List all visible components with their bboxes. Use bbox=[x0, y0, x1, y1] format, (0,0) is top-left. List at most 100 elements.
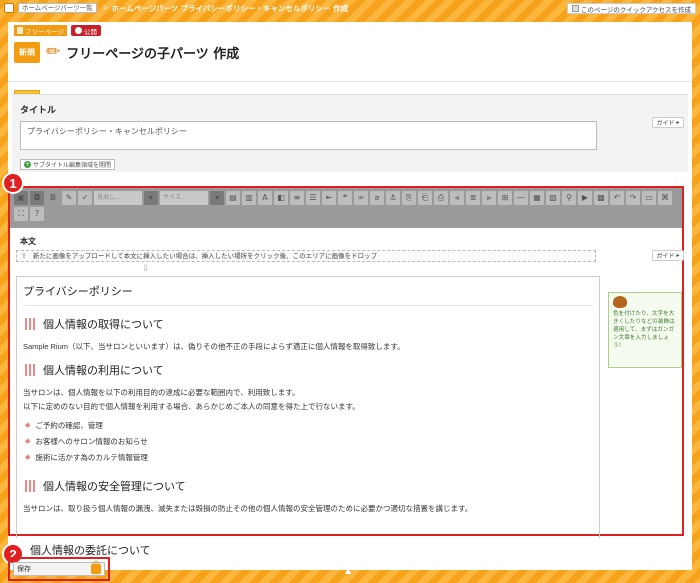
copy-icon[interactable]: ⎘ bbox=[402, 191, 416, 205]
chevron-down-icon[interactable]: ▾ bbox=[210, 191, 224, 205]
save-area: 保存 bbox=[8, 557, 110, 581]
page-type-label: フリーページ bbox=[25, 27, 64, 36]
quote-icon[interactable]: ❝ bbox=[338, 191, 352, 205]
drop-hint-text: 新たに画像をアップロードして本文に挿入したい場合は、挿入したい場所をクリック後、… bbox=[32, 252, 378, 260]
outdent-icon[interactable]: ⇤ bbox=[322, 191, 336, 205]
video-icon[interactable]: ▶ bbox=[578, 191, 592, 205]
chart-icon[interactable]: ▦ bbox=[530, 191, 544, 205]
rich-text-content[interactable]: プライバシーポリシー 個人情報の取得について Sample Rium（以下、当サ… bbox=[16, 276, 600, 538]
home-icon[interactable] bbox=[4, 3, 14, 13]
marker-1: 1 bbox=[2, 172, 24, 194]
subtitle-toggle-label: サブタイトル編集領域を開閉 bbox=[33, 162, 112, 169]
section-heading-text: 個人情報の安全管理について bbox=[43, 480, 186, 493]
diamond-bullet-icon: ◆ bbox=[25, 454, 31, 461]
plus-icon: + bbox=[24, 161, 31, 168]
size-select[interactable]: サイズ... bbox=[160, 191, 208, 205]
upload-icon: ⇪ bbox=[21, 252, 27, 260]
quick-access-label: このページのクイックアクセスを作成 bbox=[580, 5, 691, 14]
preview-icon[interactable]: ▭ bbox=[642, 191, 656, 205]
editor-area: ▣ ◘ B ✎ ✓ 見出し... ▾ サイズ... ▾ ▤ ▥ A ◧ ≡ ☰ … bbox=[8, 186, 684, 538]
title-input[interactable]: プライバシーポリシー・キャンセルポリシー bbox=[20, 121, 597, 150]
list-item-text: お客様へのサロン情報のお知らせ bbox=[35, 437, 148, 446]
hr-icon[interactable]: ― bbox=[514, 191, 528, 205]
paste-text-icon[interactable]: ⎙ bbox=[434, 191, 448, 205]
template-icon[interactable]: ▥ bbox=[242, 191, 256, 205]
subtitle-toggle-button[interactable]: + サブタイトル編集領域を開閉 bbox=[20, 159, 116, 170]
bg-color-icon[interactable]: ◧ bbox=[274, 191, 288, 205]
heading-bar-icon bbox=[25, 480, 35, 492]
list-item-text: 施術に活かす為のカルテ情報管理 bbox=[35, 453, 148, 462]
undo-icon[interactable]: ↶ bbox=[610, 191, 624, 205]
format-select-label: 見出し... bbox=[97, 194, 121, 201]
section-heading: 個人情報の安全管理について bbox=[25, 478, 593, 494]
table-icon[interactable]: ⊞ bbox=[498, 191, 512, 205]
camera-icon[interactable]: ◘ bbox=[30, 191, 44, 205]
unlink-icon[interactable]: ⌀ bbox=[370, 191, 384, 205]
content-title: プライバシーポリシー bbox=[23, 283, 593, 306]
breadcrumb-current: ホームページパーツ プライバシーポリシー・キャンセルポリシー 作成 bbox=[111, 3, 349, 13]
new-badge: 新規 bbox=[14, 42, 40, 63]
diamond-bullet-icon: ◆ bbox=[25, 422, 31, 429]
brush-icon[interactable]: ✎ bbox=[62, 191, 76, 205]
status-badge[interactable]: 公開 bbox=[70, 25, 101, 36]
section-heading: 個人情報の委託について bbox=[30, 542, 151, 558]
quick-access-icon bbox=[571, 5, 579, 12]
align-right-icon[interactable]: ⫸ bbox=[482, 191, 496, 205]
section-heading: 個人情報の利用について bbox=[25, 362, 593, 378]
help-icon[interactable]: ? bbox=[30, 207, 44, 221]
page-title: フリーページの子パーツ 作成 bbox=[66, 47, 240, 62]
body-label: 本文 bbox=[20, 237, 36, 246]
save-button[interactable]: 保存 bbox=[13, 561, 105, 576]
chevron-down-icon[interactable]: ▾ bbox=[144, 191, 158, 205]
arrow-down-icon: ⇩ bbox=[142, 264, 150, 274]
image-drop-area[interactable]: ⇪ 新たに画像をアップロードして本文に挿入したい場合は、挿入したい場所をクリック後… bbox=[16, 250, 596, 262]
numbered-list-icon[interactable]: ☰ bbox=[306, 191, 320, 205]
calendar-icon[interactable]: ▧ bbox=[546, 191, 560, 205]
lock-icon bbox=[91, 561, 101, 574]
format-select[interactable]: 見出し... bbox=[94, 191, 142, 205]
section-heading-text: 個人情報の委託について bbox=[30, 544, 151, 557]
title-guide-label: ガイド bbox=[656, 120, 675, 127]
align-left-icon[interactable]: ⫷ bbox=[450, 191, 464, 205]
page-type-badge: フリーページ bbox=[14, 25, 67, 36]
map-pin-icon[interactable]: ⚲ bbox=[562, 191, 576, 205]
breadcrumb-parts-list[interactable]: ホームページパーツ一覧 bbox=[18, 3, 97, 13]
help-tip-text: 色を付けたり、文字を大きくしたりなどの装飾は適用して、まずはガンガン文章を入力し… bbox=[613, 311, 675, 349]
editor-toolbar: ▣ ◘ B ✎ ✓ 見出し... ▾ サイズ... ▾ ▤ ▥ A ◧ ≡ ☰ … bbox=[10, 188, 682, 228]
paragraph: Sample Rium（以下、当サロンといいます）は、偽りその他不正の手段によら… bbox=[23, 342, 405, 351]
section-heading-text: 個人情報の利用について bbox=[43, 364, 164, 377]
redo-icon[interactable]: ↷ bbox=[626, 191, 640, 205]
grid-icon[interactable]: ▩ bbox=[594, 191, 608, 205]
list-item: ◆ ご予約の確認、管理 bbox=[23, 418, 593, 434]
maximize-icon[interactable]: ⛶ bbox=[14, 207, 28, 221]
page-header: フリーページ 公開 新規 ✏ フリーページの子パーツ 作成 bbox=[8, 22, 692, 82]
body-guide-button[interactable]: ガイド ▸ bbox=[652, 250, 684, 261]
source-icon[interactable]: ⌘ bbox=[658, 191, 672, 205]
spellcheck-icon[interactable]: ✓ bbox=[78, 191, 92, 205]
squirrel-mascot-icon bbox=[613, 296, 627, 308]
section-heading: 個人情報の取得について bbox=[25, 316, 593, 332]
anchor-icon[interactable]: ⚓ bbox=[386, 191, 400, 205]
align-center-icon[interactable]: ≣ bbox=[466, 191, 480, 205]
bullet-list-icon[interactable]: ≡ bbox=[290, 191, 304, 205]
title-label: タイトル bbox=[20, 106, 57, 116]
title-guide-button[interactable]: ガイド ▸ bbox=[652, 117, 684, 128]
paste-icon[interactable]: ⎗ bbox=[418, 191, 432, 205]
section-heading-text: 個人情報の取得について bbox=[43, 318, 164, 331]
status-icon bbox=[74, 27, 82, 34]
list-item-text: ご予約の確認、管理 bbox=[35, 421, 103, 430]
bold-icon[interactable]: B bbox=[46, 191, 60, 205]
document-icon[interactable]: ▤ bbox=[226, 191, 240, 205]
quick-access-button[interactable]: このページのクイックアクセスを作成 bbox=[566, 3, 696, 14]
help-tip: 色を付けたり、文字を大きくしたりなどの装飾は適用して、まずはガンガン文章を入力し… bbox=[608, 292, 682, 368]
save-label: 保存 bbox=[17, 565, 31, 573]
heading-bar-icon bbox=[25, 364, 35, 376]
list-item: ◆ お客様へのサロン情報のお知らせ bbox=[23, 434, 593, 450]
size-select-label: サイズ... bbox=[163, 194, 187, 201]
paragraph: 当サロンは、個人情報を以下の利用目的の達成に必要な範囲内で、利用致します。 bbox=[23, 388, 300, 397]
text-color-icon[interactable]: A bbox=[258, 191, 272, 205]
page-icon bbox=[17, 27, 23, 34]
title-section: タイトル プライバシーポリシー・キャンセルポリシー ガイド ▸ + サブタイトル編集… bbox=[12, 94, 688, 172]
link-icon[interactable]: ∞ bbox=[354, 191, 368, 205]
status-label: 公開 bbox=[83, 27, 97, 36]
